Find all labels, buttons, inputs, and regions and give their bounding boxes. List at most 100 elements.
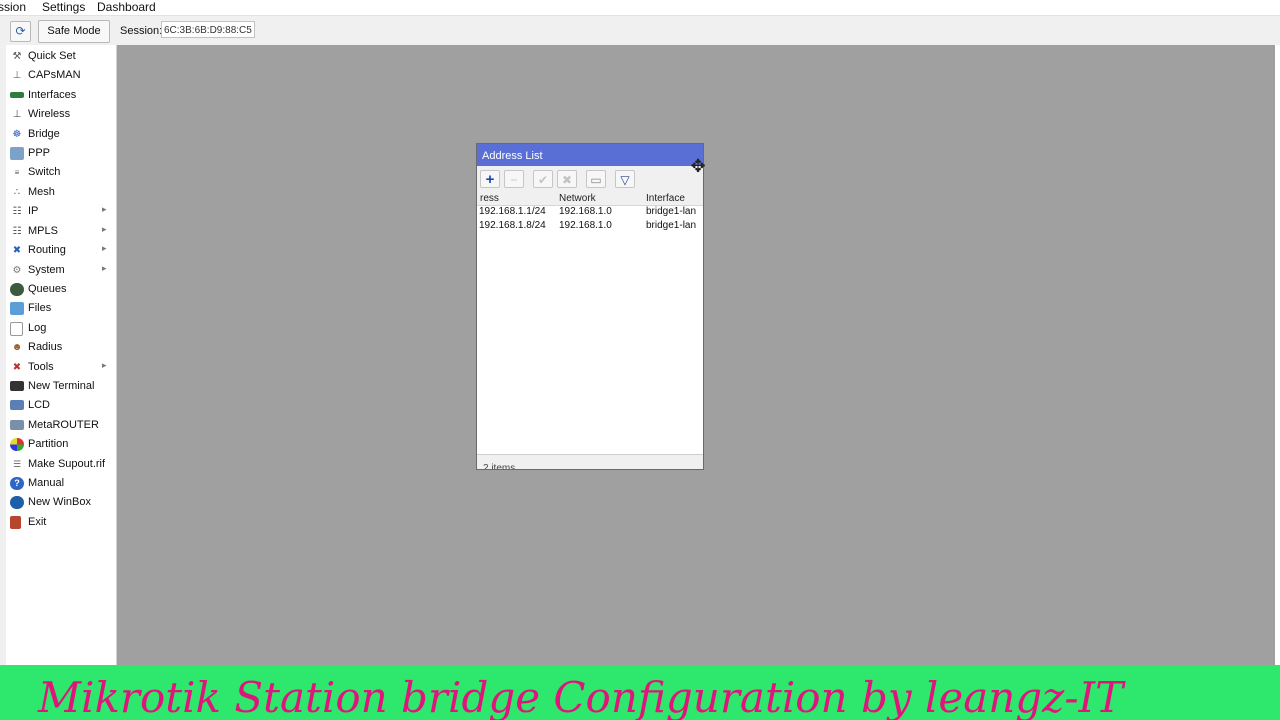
enable-icon[interactable]: ✔ [533,170,553,188]
sidebar-item-manual[interactable]: ? Manual [6,474,117,493]
sidebar-item-label: PPP [28,147,51,159]
interfaces-icon [10,92,24,98]
cell-network: 192.168.1.0 [559,206,612,217]
caption-text: Mikrotik Station bridge Configuration by… [38,673,1124,720]
sidebar-item-label: IP [28,205,39,217]
log-icon [10,322,23,336]
safe-mode-button[interactable]: Safe Mode [38,20,110,43]
routing-icon: ✖ [12,245,22,256]
sidebar-item-label: Tools [28,361,54,373]
sidebar-item-label: Log [28,322,47,334]
sidebar-item-mesh[interactable]: ∴ Mesh [6,183,117,202]
sidebar-item-label: Radius [28,341,63,353]
chevron-right-icon: ▸ [102,204,107,214]
sidebar-item-tools[interactable]: ✖ Tools ▸ [6,358,117,377]
sidebar-item-system[interactable]: ⚙ System ▸ [6,261,117,280]
menu-dashboard[interactable]: Dashboard [97,0,156,14]
sidebar-item-mpls[interactable]: ☷ MPLS ▸ [6,222,117,241]
filter-icon[interactable]: ▽ [615,170,635,188]
partition-icon [10,438,24,451]
quick-set-icon: ⚒ [12,51,22,62]
sidebar-item-lcd[interactable]: LCD [6,396,117,415]
add-icon[interactable]: + [480,170,500,188]
sidebar-item-label: Exit [28,516,47,528]
lcd-icon [10,400,24,410]
column-address[interactable]: ress [480,193,499,205]
table-row[interactable]: 192.168.1.1/24 192.168.1.0 bridge1-lan [477,205,703,219]
switch-icon: ≡ [14,168,20,177]
table-row[interactable]: 192.168.1.8/24 192.168.1.0 bridge1-lan [477,219,703,233]
cell-network: 192.168.1.0 [559,220,612,231]
session-label: Session: [120,25,163,37]
comment-icon[interactable]: ▭ [586,170,606,188]
metarouter-icon [10,420,24,430]
sidebar-item-label: Queues [28,283,67,295]
exit-icon [10,516,21,529]
sidebar-item-label: Switch [28,166,61,178]
move-cursor-icon: ✥ [690,156,706,176]
column-interface[interactable]: Interface [646,193,685,205]
sidebar-item-ip[interactable]: ☷ IP ▸ [6,202,117,221]
sidebar-item-switch[interactable]: ≡ Switch [6,163,117,182]
ppp-icon [10,147,24,160]
cell-interface: bridge1-lan [646,220,697,231]
radius-icon: ☻ [11,342,23,353]
chevron-right-icon: ▸ [102,224,107,234]
address-list-window: Address List + − ✔ ✖ ▭ ▽ ress Network In… [476,143,704,470]
sidebar-item-exit[interactable]: Exit [6,513,117,532]
sidebar-item-capsman[interactable]: ⊥ CAPsMAN [6,66,117,85]
sidebar: ⚒ Quick Set ⊥ CAPsMAN Interfaces ⊥ Wirel… [6,45,117,665]
files-icon [10,302,24,315]
sidebar-item-label: System [28,264,65,276]
window-toolbar: + − ✔ ✖ ▭ ▽ [477,166,703,194]
window-title-bar[interactable]: Address List [477,144,703,166]
sidebar-item-label: Make Supout.rif [28,458,106,470]
sidebar-item-wireless[interactable]: ⊥ Wireless [6,105,117,124]
window-title: Address List [482,150,543,162]
menu-session[interactable]: ssion [0,0,26,14]
sidebar-item-bridge[interactable]: ☸ Bridge [6,125,117,144]
sidebar-item-make-supout[interactable]: ☰ Make Supout.rif [6,455,117,474]
capsman-icon: ⊥ [12,70,22,81]
sidebar-item-new-winbox[interactable]: New WinBox [6,493,117,512]
bridge-icon: ☸ [12,129,22,140]
sidebar-item-radius[interactable]: ☻ Radius [6,338,117,357]
column-network[interactable]: Network [559,193,596,205]
refresh-icon[interactable]: ⟳ [10,21,31,42]
menu-bar: ssion Settings Dashboard [0,0,1280,16]
cell-interface: bridge1-lan [646,206,697,217]
mesh-icon: ∴ [13,187,21,198]
remove-icon[interactable]: − [504,170,524,188]
cell-address: 192.168.1.8/24 [479,220,546,231]
sidebar-item-label: New WinBox [28,496,91,508]
cell-address: 192.168.1.1/24 [479,206,546,217]
sidebar-item-label: MetaROUTER [28,419,99,431]
session-field[interactable]: 6C:3B:6B:D9:88:C5 [161,21,255,38]
sidebar-item-interfaces[interactable]: Interfaces [6,86,117,105]
sidebar-item-label: Partition [28,438,69,450]
sidebar-item-ppp[interactable]: PPP [6,144,117,163]
sidebar-item-label: Interfaces [28,89,77,101]
main-toolbar: ⟳ Safe Mode Session: 6C:3B:6B:D9:88:C5 [0,16,1280,45]
sidebar-item-quick-set[interactable]: ⚒ Quick Set [6,47,117,66]
sidebar-item-label: Files [28,302,52,314]
sidebar-item-metarouter[interactable]: MetaROUTER [6,416,117,435]
right-edge [1275,45,1280,665]
manual-icon: ? [10,477,24,490]
sidebar-item-log[interactable]: Log [6,319,117,338]
sidebar-item-label: Mesh [28,186,55,198]
winbox-icon [10,496,24,509]
sidebar-item-new-terminal[interactable]: New Terminal [6,377,117,396]
sidebar-item-label: LCD [28,399,51,411]
chevron-right-icon: ▸ [102,360,107,370]
chevron-right-icon: ▸ [102,243,107,253]
sidebar-item-routing[interactable]: ✖ Routing ▸ [6,241,117,260]
caption-banner: Mikrotik Station bridge Configuration by… [0,665,1280,720]
sidebar-item-partition[interactable]: Partition [6,435,117,454]
menu-settings[interactable]: Settings [42,0,85,14]
sidebar-item-queues[interactable]: Queues [6,280,117,299]
disable-icon[interactable]: ✖ [557,170,577,188]
sidebar-item-files[interactable]: Files [6,299,117,318]
supout-icon: ☰ [12,459,22,469]
sidebar-item-label: CAPsMAN [28,69,81,81]
